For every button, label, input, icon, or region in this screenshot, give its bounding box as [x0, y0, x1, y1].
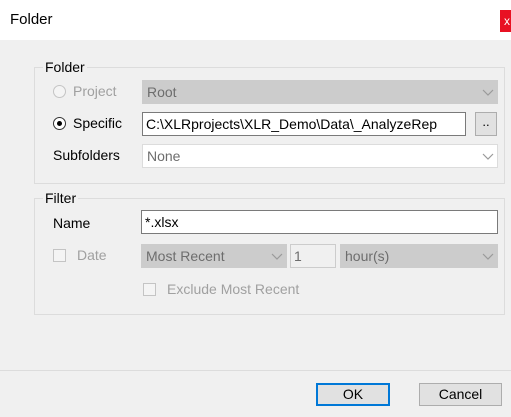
- specific-radio[interactable]: [53, 117, 66, 130]
- project-radio[interactable]: [53, 85, 66, 98]
- filter-group: Filter Name *.xlsx Date Most Recent 1 ho…: [34, 190, 505, 315]
- project-dropdown[interactable]: Root: [142, 80, 498, 104]
- project-value: Root: [147, 84, 177, 100]
- window-title: Folder: [10, 11, 53, 28]
- browse-button[interactable]: ..: [475, 112, 497, 136]
- name-label: Name: [53, 215, 91, 231]
- chevron-down-icon: [482, 153, 494, 160]
- ok-button[interactable]: OK: [316, 383, 390, 406]
- dialog-body: Folder Project Root Specific C:\XLRproje…: [0, 40, 511, 370]
- exclude-most-recent-checkbox[interactable]: [143, 283, 156, 296]
- exclude-most-recent-label: Exclude Most Recent: [167, 281, 300, 297]
- subfolders-dropdown[interactable]: None: [142, 144, 498, 168]
- date-unit-value: hour(s): [345, 248, 390, 264]
- date-mode-dropdown[interactable]: Most Recent: [141, 244, 287, 268]
- cancel-button[interactable]: Cancel: [419, 383, 502, 406]
- folder-group: Folder Project Root Specific C:\XLRproje…: [34, 59, 505, 184]
- chevron-down-icon: [271, 253, 283, 260]
- chevron-down-icon: [482, 89, 494, 96]
- specific-label: Specific: [73, 115, 123, 131]
- folder-group-title: Folder: [43, 59, 87, 75]
- title-bar: Folder x: [0, 0, 511, 40]
- close-button[interactable]: x: [500, 10, 511, 32]
- specific-path-input[interactable]: C:\XLRprojects\XLR_Demo\Data\_AnalyzeRep: [142, 112, 466, 136]
- subfolders-value: None: [147, 148, 181, 164]
- date-mode-value: Most Recent: [146, 248, 225, 264]
- date-label: Date: [77, 247, 107, 263]
- filter-group-title: Filter: [43, 190, 79, 206]
- date-checkbox[interactable]: [53, 249, 66, 262]
- chevron-down-icon: [482, 253, 494, 260]
- date-count-input[interactable]: 1: [290, 244, 336, 268]
- close-icon: x: [504, 14, 510, 28]
- subfolders-label: Subfolders: [53, 147, 120, 163]
- button-bar: OK Cancel: [0, 370, 511, 417]
- date-unit-dropdown[interactable]: hour(s): [340, 244, 498, 268]
- name-filter-input[interactable]: *.xlsx: [141, 210, 498, 234]
- project-label: Project: [73, 83, 117, 99]
